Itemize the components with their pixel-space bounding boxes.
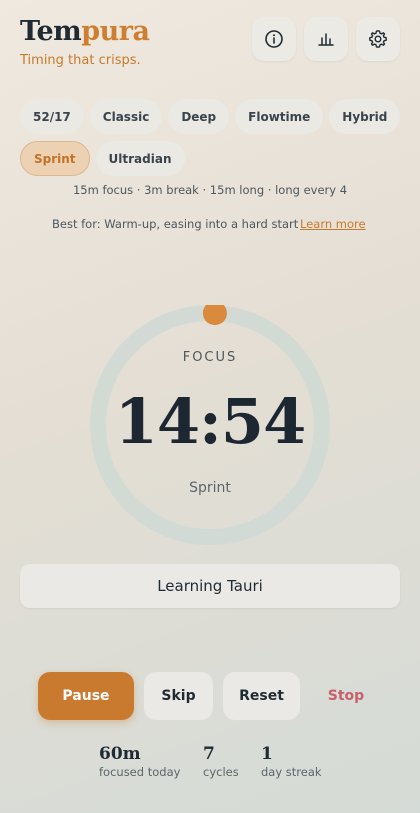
info-button[interactable] — [252, 17, 296, 61]
preset-row-2: Sprint Ultradian — [20, 141, 400, 176]
phase-label: FOCUS — [182, 350, 238, 365]
stats-button[interactable] — [304, 17, 348, 61]
mode-label: Sprint — [189, 480, 231, 496]
ring-progress-handle — [202, 305, 227, 326]
best-for-text: Best for: Warm-up, easing into a hard st… — [52, 217, 299, 231]
stat-label: day streak — [261, 765, 322, 779]
preset-chip-ultradian[interactable]: Ultradian — [95, 141, 185, 176]
settings-button[interactable] — [356, 17, 400, 61]
skip-button[interactable]: Skip — [144, 672, 213, 720]
stat-focused-today: 60m focused today — [99, 744, 180, 779]
stat-value: 1 — [261, 744, 273, 764]
preset-chip-deep[interactable]: Deep — [168, 99, 230, 134]
preset-row-1: 52/17 Classic Deep Flowtime Hybrid — [20, 99, 401, 134]
app-tagline: Timing that crisps. — [20, 53, 141, 68]
preset-chips: 52/17 Classic Deep Flowtime Hybrid Sprint Ult… — [20, 99, 401, 183]
gear-icon — [369, 30, 387, 48]
task-field[interactable]: Learning Tauri — [20, 564, 400, 608]
stat-day-streak: 1 day streak — [261, 744, 322, 779]
timer-display: 14:54 — [114, 385, 306, 458]
preset-summary: 15m focus · 3m break · 15m long · long e… — [72, 183, 348, 197]
app-title-part2: pura — [81, 16, 150, 47]
preset-chip-hybrid[interactable]: Hybrid — [329, 99, 401, 134]
pause-button[interactable]: Pause — [38, 672, 134, 720]
app-title: Tempura — [20, 16, 150, 48]
preset-chip-flowtime[interactable]: Flowtime — [235, 99, 324, 134]
stat-label: cycles — [203, 765, 239, 779]
preset-chip-sprint[interactable]: Sprint — [20, 141, 90, 176]
brand: Tempura Timing that crisps. — [20, 16, 150, 68]
reset-button[interactable]: Reset — [223, 672, 300, 720]
stat-value: 7 — [203, 744, 215, 764]
stop-button[interactable]: Stop — [310, 672, 382, 720]
app-title-part1: Tem — [20, 16, 82, 47]
preset-chip-classic[interactable]: Classic — [89, 99, 163, 134]
info-icon — [265, 30, 283, 48]
preset-chip-52-17[interactable]: 52/17 — [20, 99, 84, 134]
learn-more-link[interactable]: Learn more — [300, 217, 366, 231]
bar-chart-icon — [318, 33, 334, 46]
stat-value: 60m — [99, 744, 141, 764]
stat-label: focused today — [99, 765, 181, 779]
stat-cycles: 7 cycles — [203, 744, 239, 779]
